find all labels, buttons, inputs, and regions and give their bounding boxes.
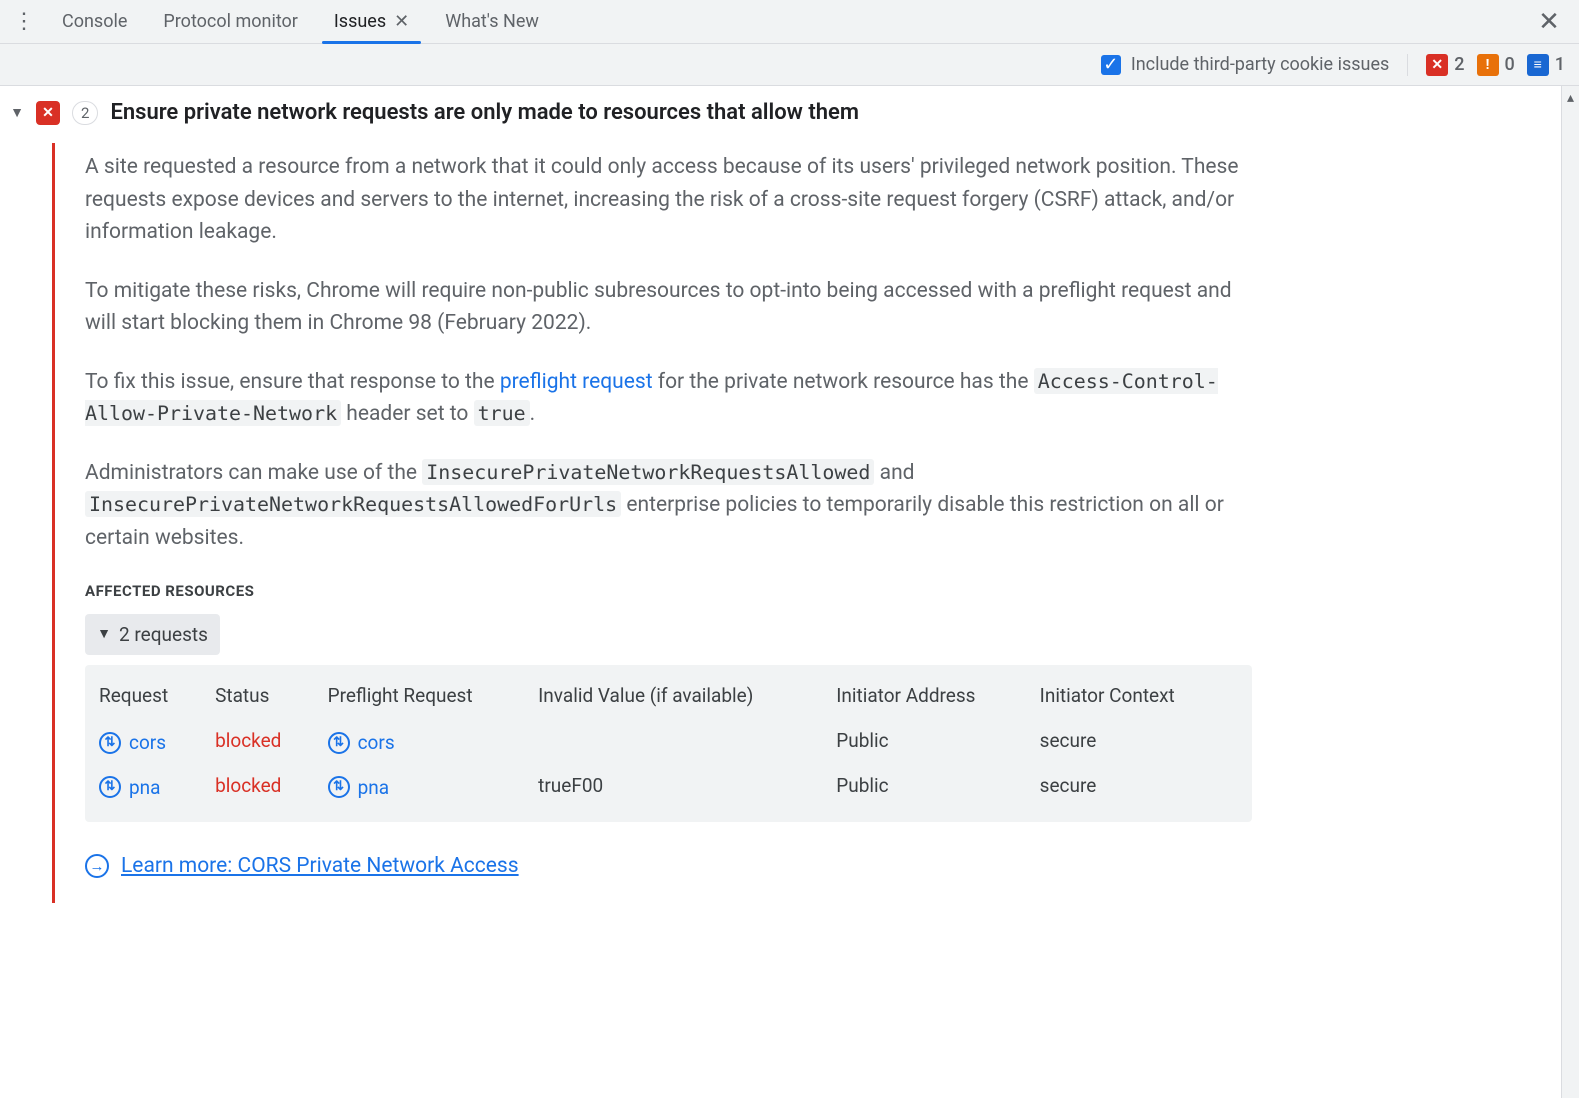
text-fragment: header set to xyxy=(341,402,474,426)
initiator-context-cell: secure xyxy=(1040,763,1238,808)
divider xyxy=(1407,54,1408,76)
issue-description-paragraph: To fix this issue, ensure that response … xyxy=(85,366,1252,431)
requests-toggle[interactable]: ▼ 2 requests xyxy=(85,614,220,655)
warning-count: 0 xyxy=(1505,54,1515,75)
issue-description-paragraph: To mitigate these risks, Chrome will req… xyxy=(85,275,1252,340)
network-icon: ⇅ xyxy=(328,732,350,754)
issue-description-paragraph: Administrators can make use of the Insec… xyxy=(85,457,1252,555)
tab-console[interactable]: Console xyxy=(44,0,145,43)
text-fragment: for the private network resource has the xyxy=(653,370,1034,394)
table-row: ⇅ pna blocked ⇅ pna trueF00 Public secure xyxy=(99,763,1238,808)
tab-label: Console xyxy=(62,11,127,32)
preflight-name: pna xyxy=(358,773,390,802)
code-policy-2: InsecurePrivateNetworkRequestsAllowedFor… xyxy=(85,491,621,517)
initiator-context-cell: secure xyxy=(1040,719,1238,764)
table-header-row: Request Status Preflight Request Invalid… xyxy=(99,675,1238,718)
col-initiator-address: Initiator Address xyxy=(836,675,1039,718)
col-initiator-context: Initiator Context xyxy=(1040,675,1238,718)
invalid-value-cell xyxy=(538,719,836,764)
request-link[interactable]: ⇅ cors xyxy=(99,728,166,757)
chevron-down-icon[interactable]: ▼ xyxy=(10,104,24,121)
code-true: true xyxy=(474,400,530,426)
status-cell: blocked xyxy=(215,763,328,808)
error-icon: ✕ xyxy=(36,101,60,125)
col-invalid-value: Invalid Value (if available) xyxy=(538,675,836,718)
initiator-address-cell: Public xyxy=(836,763,1039,808)
chevron-down-icon: ▼ xyxy=(97,624,111,646)
invalid-value-cell: trueF00 xyxy=(538,763,836,808)
error-icon: ✕ xyxy=(1426,54,1448,76)
tab-label: Protocol monitor xyxy=(163,11,298,32)
scroll-up-icon: ▴ xyxy=(1562,90,1579,106)
learn-more-text: Learn more: CORS Private Network Access xyxy=(121,850,519,883)
network-icon: ⇅ xyxy=(328,776,350,798)
text-fragment: To fix this issue, ensure that response … xyxy=(85,370,500,394)
col-status: Status xyxy=(215,675,328,718)
code-policy-1: InsecurePrivateNetworkRequestsAllowed xyxy=(422,459,874,485)
error-count: 2 xyxy=(1454,54,1464,75)
tab-protocol-monitor[interactable]: Protocol monitor xyxy=(145,0,316,43)
issue-item: ▼ ✕ 2 Ensure private network requests ar… xyxy=(0,86,1561,933)
scrollbar[interactable]: ▴ xyxy=(1561,86,1579,1098)
tab-issues[interactable]: Issues ✕ xyxy=(316,0,427,43)
network-icon: ⇅ xyxy=(99,732,121,754)
tabs-container: Console Protocol monitor Issues ✕ What's… xyxy=(44,0,557,43)
table-row: ⇅ cors blocked ⇅ cors Public secure xyxy=(99,719,1238,764)
text-fragment: . xyxy=(530,402,536,426)
check-icon: ✓ xyxy=(1101,55,1121,75)
learn-more-link[interactable]: → Learn more: CORS Private Network Acces… xyxy=(85,850,519,883)
initiator-address-cell: Public xyxy=(836,719,1039,764)
preflight-request-link[interactable]: preflight request xyxy=(500,370,653,394)
issues-panel: ▴ ▼ ✕ 2 Ensure private network requests … xyxy=(0,86,1579,1098)
issue-counts: ✕ 2 ! 0 ≡ 1 xyxy=(1426,54,1565,76)
tab-label: Issues xyxy=(334,11,386,32)
close-panel-icon[interactable]: ✕ xyxy=(1529,0,1569,44)
info-count-badge[interactable]: ≡ 1 xyxy=(1527,54,1565,76)
tab-label: What's New xyxy=(445,11,539,32)
request-name: cors xyxy=(129,728,166,757)
issue-description-paragraph: A site requested a resource from a netwo… xyxy=(85,151,1252,249)
text-fragment: and xyxy=(874,461,914,485)
include-third-party-checkbox[interactable]: ✓ Include third-party cookie issues xyxy=(1101,54,1389,75)
col-preflight: Preflight Request xyxy=(328,675,539,718)
issue-body: A site requested a resource from a netwo… xyxy=(52,143,1252,903)
more-menu-icon[interactable]: ⋮ xyxy=(4,0,44,43)
network-icon: ⇅ xyxy=(99,776,121,798)
request-link[interactable]: ⇅ pna xyxy=(99,773,161,802)
preflight-link[interactable]: ⇅ pna xyxy=(328,773,390,802)
issues-toolbar: ✓ Include third-party cookie issues ✕ 2 … xyxy=(0,44,1579,86)
requests-table: Request Status Preflight Request Invalid… xyxy=(85,665,1252,822)
preflight-name: cors xyxy=(358,728,395,757)
request-name: pna xyxy=(129,773,161,802)
preflight-link[interactable]: ⇅ cors xyxy=(328,728,395,757)
info-icon: ≡ xyxy=(1527,54,1549,76)
error-count-badge[interactable]: ✕ 2 xyxy=(1426,54,1464,76)
issue-title: Ensure private network requests are only… xyxy=(110,100,859,125)
warning-count-badge[interactable]: ! 0 xyxy=(1477,54,1515,76)
warning-icon: ! xyxy=(1477,54,1499,76)
info-count: 1 xyxy=(1555,54,1565,75)
affected-resources-label: AFFECTED RESOURCES xyxy=(85,580,1252,603)
col-request: Request xyxy=(99,675,215,718)
issue-header[interactable]: ▼ ✕ 2 Ensure private network requests ar… xyxy=(10,100,1535,125)
arrow-right-icon: → xyxy=(85,854,109,878)
close-icon[interactable]: ✕ xyxy=(394,11,409,32)
text-fragment: Administrators can make use of the xyxy=(85,461,422,485)
status-cell: blocked xyxy=(215,719,328,764)
tab-whats-new[interactable]: What's New xyxy=(427,0,557,43)
requests-count-label: 2 requests xyxy=(119,620,208,649)
issue-count-badge: 2 xyxy=(72,101,98,125)
checkbox-label: Include third-party cookie issues xyxy=(1131,54,1389,75)
devtools-tabbar: ⋮ Console Protocol monitor Issues ✕ What… xyxy=(0,0,1579,44)
